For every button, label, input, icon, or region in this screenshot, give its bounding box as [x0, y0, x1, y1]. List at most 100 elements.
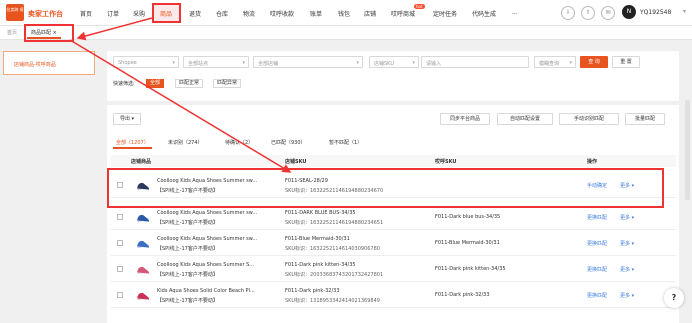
product-thumbnail: [134, 261, 152, 278]
nav-stores[interactable]: 店铺: [364, 9, 376, 18]
logo-text: 拉卖跨 境: [6, 7, 24, 12]
tab-matched[interactable]: 已匹配（930）: [268, 137, 309, 149]
product-name[interactable]: Coolloog Kids Aqua Shoes Summer sw...: [157, 236, 257, 242]
app-brand[interactable]: 卖家工作台: [28, 9, 63, 19]
tab-pending[interactable]: 待确认（2）: [222, 137, 256, 149]
product-tag: 【SPI线上-17客户不要动】: [157, 298, 218, 304]
chip-match-normal[interactable]: 匹配正常: [175, 79, 204, 88]
chip-all[interactable]: 全部: [146, 79, 165, 88]
avatar[interactable]: N: [622, 5, 636, 19]
page-tabs: 首页 商品匹配 ×: [0, 26, 692, 40]
search-placeholder: 请输入: [426, 61, 442, 67]
change-match-link[interactable]: 更换匹配: [587, 214, 607, 221]
store-sku: F011-Dark pink kitten-34/35: [285, 262, 356, 268]
nav-mall[interactable]: 哎呼商城: [391, 9, 415, 18]
product-name[interactable]: Coolloog Kids Aqua Shoes Summer sw...: [157, 210, 257, 216]
download-icon[interactable]: ⇩: [561, 6, 575, 20]
nav-warehouse[interactable]: 仓库: [216, 9, 228, 18]
nav-payments[interactable]: 哎呼收款: [270, 9, 294, 18]
nav-orders[interactable]: 订单: [107, 9, 119, 18]
sku-id: SKU标识：200336837432017324278​01: [285, 272, 384, 278]
chevron-down-icon: ▾: [172, 60, 175, 66]
manual-match-button[interactable]: 手动识别匹配: [559, 113, 619, 125]
sku-id: SKU标识：131895334241402136984​9: [285, 298, 380, 304]
sku-id: SKU标识：163225211461948802346​51: [285, 220, 384, 226]
product-thumbnail: [134, 235, 152, 252]
nav-scheduled-tasks[interactable]: 定时任务: [433, 9, 457, 18]
row-checkbox[interactable]: [117, 292, 123, 298]
more-link[interactable]: 更多 ▾: [620, 292, 634, 299]
site-select[interactable]: 全部站点 ▾: [183, 56, 249, 68]
app-logo[interactable]: 拉卖跨 境: [6, 4, 24, 21]
nav-logistics[interactable]: 物流: [243, 9, 255, 18]
table-row: Coolloog Kids Aqua Shoes Summer sw... 【S…: [111, 205, 676, 230]
row-checkbox[interactable]: [117, 240, 123, 246]
sidebar-item-store-products[interactable]: 店铺商品-哎呼商品: [3, 51, 95, 75]
match-mode-select[interactable]: 模糊查询 ▾: [534, 56, 576, 68]
nav-products[interactable]: 商品: [160, 9, 172, 18]
col-store-sku: 店铺SKU: [285, 159, 307, 165]
chip-match-abnormal[interactable]: 匹配异常: [213, 79, 242, 88]
nav-bills[interactable]: 账单: [310, 9, 322, 18]
search-button[interactable]: 查 询: [580, 56, 608, 68]
table-row: Kids Aqua Shoes Solid Color Beach Pl... …: [111, 283, 676, 308]
tab-all[interactable]: 全部（1207）: [113, 137, 152, 149]
change-match-link[interactable]: 更换匹配: [587, 266, 607, 273]
platform-select[interactable]: Shopee ▾: [113, 56, 179, 68]
product-tag: 【SPI线上-17客户不要动】: [157, 272, 218, 278]
reset-button[interactable]: 重 置: [612, 56, 640, 68]
more-link[interactable]: 更多 ▾: [620, 214, 634, 221]
chevron-down-icon[interactable]: ▾: [683, 8, 686, 15]
upload-icon[interactable]: ⇧: [581, 6, 595, 20]
match-mode-value: 模糊查询: [539, 61, 560, 67]
nav-home[interactable]: 首页: [80, 9, 92, 18]
ahu-sku: F011-Dark pink kitten-34/35: [435, 266, 506, 272]
site-select-value: 全部站点: [188, 61, 209, 67]
chevron-down-icon: ▾: [356, 60, 359, 66]
more-label: 更多: [620, 241, 631, 247]
col-store-product: 店铺商品: [131, 159, 152, 165]
ahu-sku: F011-Blue Mermaid-30/31: [435, 240, 500, 246]
more-link[interactable]: 更多 ▾: [620, 266, 634, 273]
search-input[interactable]: 请输入: [421, 56, 529, 68]
product-tag: 【SPI线上-17客户不要动】: [157, 220, 218, 226]
more-label: 更多: [620, 267, 631, 273]
chevron-down-icon: ▾: [412, 60, 415, 66]
export-button[interactable]: 导出 ▾: [113, 113, 141, 125]
sync-products-button[interactable]: 同步平台商品: [440, 113, 490, 125]
nav-returns[interactable]: 退货: [189, 9, 201, 18]
product-name[interactable]: Kids Aqua Shoes Solid Color Beach Pl...: [157, 288, 255, 294]
platform-select-value: Shopee: [118, 60, 137, 66]
more-label: 更多: [620, 215, 631, 221]
col-ahu-sku: 哎呼SKU: [435, 159, 457, 165]
product-name[interactable]: Coolloog Kids Aqua Shoes Summer S...: [157, 262, 254, 268]
tab-home[interactable]: 首页: [7, 29, 17, 36]
nav-more[interactable]: ...: [512, 9, 518, 16]
store-select[interactable]: 全部店铺 ▾: [253, 56, 363, 68]
user-name[interactable]: YQ192548: [640, 9, 671, 16]
help-button[interactable]: ?: [664, 288, 684, 308]
nav-code-gen[interactable]: 代码生成: [472, 9, 496, 18]
product-tag: 【SPI线上-17客户不要动】: [157, 246, 218, 252]
notification-icon[interactable]: ✉: [601, 6, 615, 20]
tab-unrecognized[interactable]: 未识别（274）: [165, 137, 206, 149]
scrollbar[interactable]: [685, 100, 690, 200]
quick-filter-label: 快速筛选:: [113, 81, 135, 87]
sku-type-select[interactable]: 店铺SKU ▾: [369, 56, 419, 68]
row-checkbox[interactable]: [117, 214, 123, 220]
auto-match-settings-button[interactable]: 自动匹配设置: [497, 113, 553, 125]
batch-match-button[interactable]: 批量匹配: [625, 113, 665, 125]
more-link[interactable]: 更多 ▾: [620, 240, 634, 247]
tab-highlight: [24, 24, 74, 42]
col-actions: 操作: [587, 159, 598, 165]
chevron-down-icon: ▾: [569, 60, 572, 66]
row-checkbox[interactable]: [117, 266, 123, 272]
nav-wallet[interactable]: 钱包: [338, 9, 350, 18]
nav-purchase[interactable]: 采购: [133, 9, 145, 18]
change-match-link[interactable]: 更换匹配: [587, 240, 607, 247]
change-match-link[interactable]: 更换匹配: [587, 292, 607, 299]
store-select-value: 全部店铺: [258, 61, 279, 67]
tab-no-match[interactable]: 暂不匹配（1）: [326, 137, 365, 149]
sku-id: SKU标识：163225211461403090​6780: [285, 246, 380, 252]
store-sku: F011-DARK BLUE BUS-34/35: [285, 210, 356, 216]
